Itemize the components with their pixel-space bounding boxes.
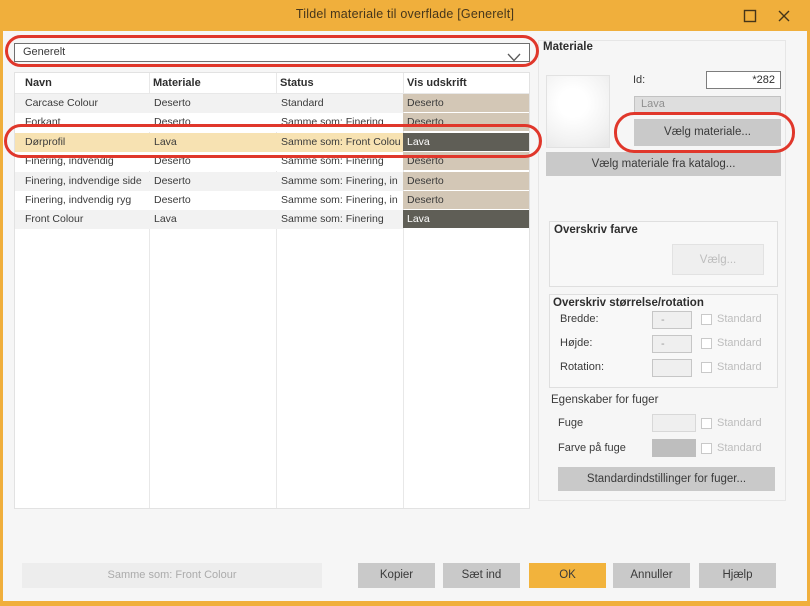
table-row[interactable]: Front Colour Lava Samme som: Finering Lava <box>15 210 529 230</box>
choose-color-button: Vælg... <box>672 244 764 275</box>
size-row-field: - <box>652 311 692 329</box>
hjælp-button[interactable]: Hjælp <box>699 563 776 588</box>
joint-properties-title: Egenskaber for fuger <box>551 394 659 406</box>
same-as-status-button: Samme som: Front Colour <box>22 563 322 588</box>
surface-combo-value: Generelt <box>23 46 66 58</box>
select-material-from-catalog-button[interactable]: Vælg materiale fra katalog... <box>546 152 781 176</box>
dialog-tildel-materiale: Tildel materiale til overflade [Generelt… <box>0 0 810 606</box>
standard-checkbox <box>701 314 712 325</box>
surfaces-table[interactable]: Navn Materiale Status Vis udskrift Carca… <box>14 72 530 509</box>
size-row-label: Højde: <box>560 337 593 349</box>
standard-checkbox <box>701 362 712 373</box>
override-color-title: Overskriv farve <box>554 224 638 236</box>
surface-combo[interactable]: Generelt <box>14 43 530 62</box>
cell-navn: Finering, indvendige side <box>15 171 149 191</box>
standard-checkbox-label: Standard <box>717 361 762 373</box>
title-bar: Tildel materiale til overflade [Generelt… <box>0 0 810 31</box>
standard-checkbox-label: Standard <box>717 337 762 349</box>
cell-vis-udskrift-swatch: Deserto <box>403 191 529 209</box>
column-header-vis-udskrift: Vis udskrift <box>407 77 467 89</box>
column-header-materiale: Materiale <box>153 77 201 89</box>
cell-vis-udskrift-swatch: Deserto <box>403 113 529 132</box>
override-size-title: Overskriv størrelse/rotation <box>553 297 704 309</box>
material-preview-swatch <box>546 75 610 148</box>
column-header-status: Status <box>280 77 314 89</box>
cell-status: Samme som: Finering <box>276 210 403 230</box>
ok-button[interactable]: OK <box>529 563 606 588</box>
cell-navn: Finering, indvendig <box>15 152 149 172</box>
cell-materiale: Deserto <box>149 152 276 172</box>
standard-checkbox <box>701 443 712 454</box>
annuller-button[interactable]: Annuller <box>613 563 690 588</box>
standard-checkbox <box>701 418 712 429</box>
select-material-button[interactable]: Vælg materiale... <box>634 119 781 146</box>
cell-status: Samme som: Finering <box>276 113 403 133</box>
table-row[interactable]: Forkant Deserto Samme som: Finering Deserto <box>15 113 529 133</box>
maximize-icon[interactable] <box>742 8 758 24</box>
size-row-label: Rotation: <box>560 361 605 373</box>
sæt-ind-button[interactable]: Sæt ind <box>443 563 520 588</box>
cell-vis-udskrift-swatch: Deserto <box>403 94 529 112</box>
cell-materiale: Deserto <box>149 171 276 191</box>
standard-checkbox <box>701 338 712 349</box>
standard-checkbox-label: Standard <box>717 417 762 429</box>
cell-navn: Forkant <box>15 113 149 133</box>
cell-materiale: Deserto <box>149 113 276 133</box>
cell-vis-udskrift-swatch: Lava <box>403 132 529 151</box>
material-panel-title: Materiale <box>543 41 593 53</box>
size-row-field: - <box>652 335 692 353</box>
material-id-input[interactable]: *282 <box>706 71 781 89</box>
cell-status: Samme som: Finering, in <box>276 171 403 191</box>
kopier-button[interactable]: Kopier <box>358 563 435 588</box>
standard-checkbox-label: Standard <box>717 442 762 454</box>
chevron-down-icon <box>507 49 521 67</box>
table-header: Navn Materiale Status Vis udskrift <box>15 73 529 94</box>
cell-materiale: Deserto <box>149 94 276 113</box>
cell-vis-udskrift-swatch: Deserto <box>403 152 529 171</box>
joint-row-swatch <box>652 414 696 432</box>
cell-materiale: Deserto <box>149 191 276 210</box>
cell-status: Samme som: Front Colou <box>276 132 403 152</box>
cell-navn: Finering, indvendig ryg <box>15 191 149 210</box>
joint-default-settings-button[interactable]: Standardindstillinger for fuger... <box>558 467 775 491</box>
cell-materiale: Lava <box>149 132 276 152</box>
cell-navn: Front Colour <box>15 210 149 230</box>
cell-vis-udskrift-swatch: Lava <box>403 210 529 229</box>
table-row[interactable]: Finering, indvendige side Deserto Samme so… <box>15 171 529 191</box>
cell-status: Standard <box>276 94 403 113</box>
table-row[interactable]: Finering, indvendig ryg Deserto Samme som:… <box>15 191 529 210</box>
cell-navn: Carcase Colour <box>15 94 149 113</box>
id-label: Id: <box>633 74 646 86</box>
standard-checkbox-label: Standard <box>717 313 762 325</box>
size-row-field <box>652 359 692 377</box>
column-header-navn: Navn <box>25 77 52 89</box>
window-frame-bottom <box>0 601 810 606</box>
cell-status: Samme som: Finering, in <box>276 191 403 210</box>
close-icon[interactable] <box>776 8 792 24</box>
size-row-label: Bredde: <box>560 313 599 325</box>
cell-status: Samme som: Finering <box>276 152 403 172</box>
window-frame-left <box>0 0 3 606</box>
joint-row-swatch <box>652 439 696 457</box>
cell-vis-udskrift-swatch: Deserto <box>403 171 529 190</box>
table-row[interactable]: Finering, indvendig Deserto Samme som: Fin… <box>15 152 529 172</box>
joint-row-label: Farve på fuge <box>558 442 626 454</box>
table-row[interactable]: Carcase Colour Deserto Standard Deserto <box>15 94 529 113</box>
joint-row-label: Fuge <box>558 417 584 429</box>
material-name-field: Lava <box>634 96 781 113</box>
cell-materiale: Lava <box>149 210 276 230</box>
cell-navn: Dørprofil <box>15 132 149 152</box>
table-row[interactable]: Dørprofil Lava Samme som: Front Colou Lava <box>15 132 529 152</box>
window-title: Tildel materiale til overflade [Generelt… <box>295 7 515 21</box>
